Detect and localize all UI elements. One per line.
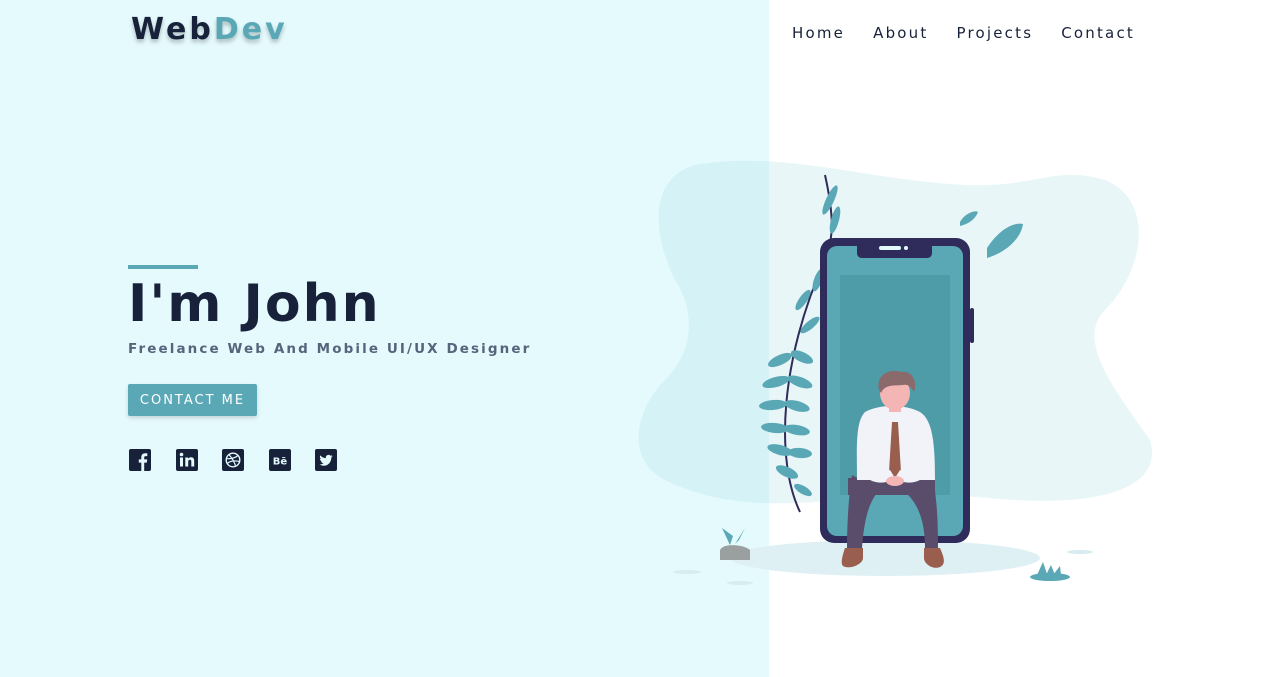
main-nav: Home About Projects Contact [792, 24, 1163, 42]
brand-logo-part2: Dev [213, 12, 288, 47]
nav-contact[interactable]: Contact [1061, 24, 1135, 42]
dribbble-icon[interactable] [222, 449, 244, 471]
small-grass [1030, 562, 1070, 581]
social-links: Bē [129, 449, 362, 471]
behance-icon[interactable]: Bē [268, 449, 291, 471]
hero-illustration [638, 160, 1153, 585]
behance-glyph: Bē [272, 457, 287, 468]
nav-about[interactable]: About [873, 24, 928, 42]
ground-shadow [730, 540, 1040, 576]
linkedin-icon[interactable] [175, 449, 198, 471]
rock-plant [720, 528, 750, 560]
hero-subtitle: Freelance Web And Mobile UI/UX Designer [128, 341, 532, 357]
hero-title: I'm John [128, 274, 381, 334]
nav-home[interactable]: Home [792, 24, 845, 42]
brand-logo[interactable]: WebDev [131, 12, 288, 47]
twitter-icon[interactable] [315, 449, 337, 471]
title-accent-line [128, 265, 198, 269]
brand-logo-part1: Web [131, 12, 214, 47]
facebook-icon[interactable] [129, 449, 151, 471]
nav-projects[interactable]: Projects [956, 24, 1033, 42]
contact-me-button[interactable]: CONTACT ME [128, 384, 257, 416]
